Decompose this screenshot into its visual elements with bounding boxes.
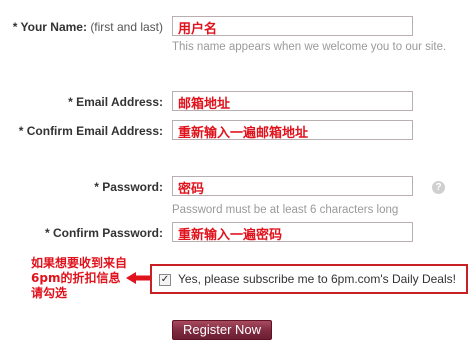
email-input[interactable] (172, 91, 413, 111)
password-label-text: * Password: (94, 180, 163, 194)
subscribe-label: Yes, please subscribe me to 6pm.com's Da… (178, 272, 456, 286)
confirm-password-input[interactable] (172, 222, 413, 242)
arrow-left-icon (126, 272, 152, 284)
password-label: * Password: (94, 180, 163, 194)
password-input[interactable] (172, 176, 413, 196)
confirm-email-label: * Confirm Email Address: (19, 124, 163, 138)
password-hint: Password must be at least 6 characters l… (172, 204, 399, 216)
annotation-line-2: 6pm的折扣信息 (31, 271, 121, 285)
register-now-button[interactable]: Register Now (172, 320, 272, 340)
confirm-password-label-text: * Confirm Password: (44, 226, 163, 240)
email-label: * Email Address: (68, 95, 163, 109)
confirm-email-input[interactable] (172, 120, 413, 140)
annotation-line-1: 如果想要收到来自 (31, 256, 128, 270)
annotation-line-3: 请勾选 (31, 286, 68, 300)
subscribe-checkbox[interactable]: ✓ (159, 274, 171, 286)
annotation-note: 如果想要收到来自 6pm的折扣信息 请勾选 (31, 256, 131, 301)
your-name-sublabel: (first and last) (90, 20, 163, 34)
your-name-label-text: * Your Name: (12, 20, 87, 34)
confirm-password-label: * Confirm Password: (45, 226, 163, 240)
email-label-text: * Email Address: (68, 95, 163, 109)
subscribe-highlight-box: ✓ Yes, please subscribe me to 6pm.com's … (150, 264, 468, 294)
confirm-email-label-text: * Confirm Email Address: (18, 124, 163, 138)
your-name-hint: This name appears when we welcome you to… (172, 41, 447, 53)
help-icon[interactable]: ? (432, 181, 445, 194)
your-name-label: * Your Name: (first and last) (13, 20, 163, 34)
your-name-input[interactable] (172, 16, 413, 36)
